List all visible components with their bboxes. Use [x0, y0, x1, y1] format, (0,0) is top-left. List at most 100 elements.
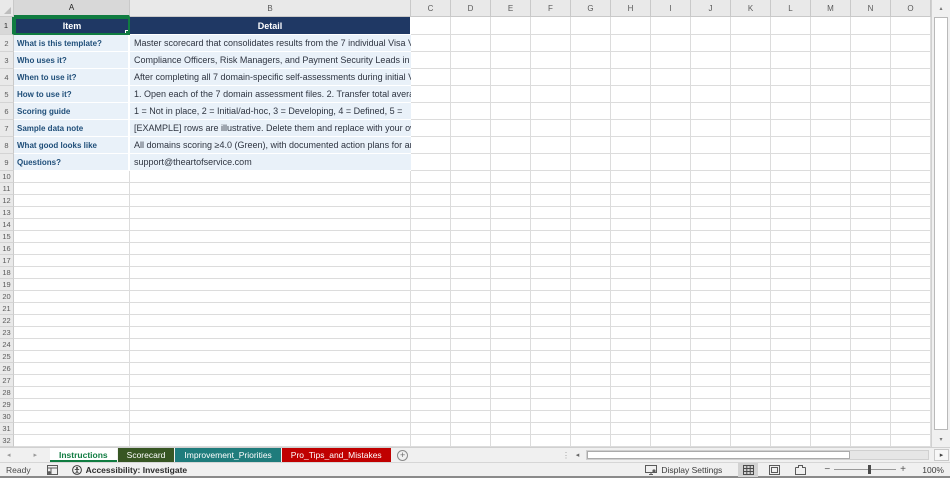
zoom-out-button[interactable]: − — [824, 464, 830, 475]
cell-A10[interactable] — [14, 171, 130, 183]
empty-cells-row-13[interactable] — [411, 207, 931, 219]
empty-cells-row-20[interactable] — [411, 291, 931, 303]
column-header-D[interactable]: D — [451, 0, 491, 17]
row-header-31[interactable]: 31 — [0, 423, 14, 435]
cell-A17[interactable] — [14, 255, 130, 267]
cell-B16[interactable] — [130, 243, 411, 255]
cell-A26[interactable] — [14, 363, 130, 375]
empty-cells-row-15[interactable] — [411, 231, 931, 243]
new-sheet-button[interactable]: + — [392, 448, 414, 462]
cell-B27[interactable] — [130, 375, 411, 387]
cell-A32[interactable] — [14, 435, 130, 447]
row-header-21[interactable]: 21 — [0, 303, 14, 315]
zoom-in-button[interactable]: + — [900, 464, 906, 475]
cell-A3[interactable]: Who uses it? — [14, 52, 130, 69]
cell-A19[interactable] — [14, 279, 130, 291]
row-header-12[interactable]: 12 — [0, 195, 14, 207]
row-header-28[interactable]: 28 — [0, 387, 14, 399]
row-header-29[interactable]: 29 — [0, 399, 14, 411]
cell-A9[interactable]: Questions? — [14, 154, 130, 171]
empty-cells-row-11[interactable] — [411, 183, 931, 195]
cell-B6[interactable]: 1 = Not in place, 2 = Initial/ad-hoc, 3 … — [130, 103, 411, 120]
empty-cells-row-32[interactable] — [411, 435, 931, 447]
horizontal-scroll-thumb[interactable] — [587, 451, 850, 459]
cell-B14[interactable] — [130, 219, 411, 231]
column-header-G[interactable]: G — [571, 0, 611, 17]
cell-B9[interactable]: support@theartofservice.com — [130, 154, 411, 171]
empty-cells-row-5[interactable] — [411, 86, 931, 103]
page-layout-view-button[interactable] — [764, 463, 784, 477]
row-header-23[interactable]: 23 — [0, 327, 14, 339]
column-header-H[interactable]: H — [611, 0, 651, 17]
empty-cells-row-9[interactable] — [411, 154, 931, 171]
empty-cells-row-4[interactable] — [411, 69, 931, 86]
row-header-2[interactable]: 2 — [0, 35, 14, 52]
row-header-9[interactable]: 9 — [0, 154, 14, 171]
select-all-button[interactable] — [0, 0, 14, 17]
empty-cells-row-17[interactable] — [411, 255, 931, 267]
sheet-tab-pro_tips_and_mistakes[interactable]: Pro_Tips_and_Mistakes — [281, 448, 391, 462]
zoom-level[interactable]: 100% — [918, 465, 944, 475]
cell-B7[interactable]: [EXAMPLE] rows are illustrative. Delete … — [130, 120, 411, 137]
cell-B2[interactable]: Master scorecard that consolidates resul… — [130, 35, 411, 52]
tab-scroll-left-icon[interactable]: ◂ — [7, 451, 11, 459]
row-header-4[interactable]: 4 — [0, 69, 14, 86]
cell-B19[interactable] — [130, 279, 411, 291]
horizontal-scrollbar[interactable] — [586, 450, 929, 460]
cell-A12[interactable] — [14, 195, 130, 207]
cell-B4[interactable]: After completing all 7 domain-specific s… — [130, 69, 411, 86]
cell-A28[interactable] — [14, 387, 130, 399]
row-header-22[interactable]: 22 — [0, 315, 14, 327]
sheet-tab-scorecard[interactable]: Scorecard — [117, 448, 175, 462]
empty-cells-row-24[interactable] — [411, 339, 931, 351]
cell-A6[interactable]: Scoring guide — [14, 103, 130, 120]
cell-A2[interactable]: What is this template? — [14, 35, 130, 52]
empty-cells-row-21[interactable] — [411, 303, 931, 315]
empty-cells-row-2[interactable] — [411, 35, 931, 52]
row-header-1[interactable]: 1 — [0, 17, 14, 35]
row-header-5[interactable]: 5 — [0, 86, 14, 103]
column-header-L[interactable]: L — [771, 0, 811, 17]
column-header-E[interactable]: E — [491, 0, 531, 17]
cell-B30[interactable] — [130, 411, 411, 423]
cell-A14[interactable] — [14, 219, 130, 231]
column-header-N[interactable]: N — [851, 0, 891, 17]
empty-cells-row-12[interactable] — [411, 195, 931, 207]
row-header-10[interactable]: 10 — [0, 171, 14, 183]
cell-A27[interactable] — [14, 375, 130, 387]
cell-B13[interactable] — [130, 207, 411, 219]
tab-scroll-right-icon[interactable]: ▸ — [33, 451, 37, 459]
cell-B26[interactable] — [130, 363, 411, 375]
tab-splitter-handle[interactable]: ⋮ — [562, 449, 570, 462]
hscroll-right-button[interactable]: ▸ — [934, 449, 949, 461]
row-header-20[interactable]: 20 — [0, 291, 14, 303]
cell-A20[interactable] — [14, 291, 130, 303]
cell-B23[interactable] — [130, 327, 411, 339]
cell-B17[interactable] — [130, 255, 411, 267]
vertical-scrollbar[interactable]: ▴ ▾ — [931, 0, 950, 447]
column-header-M[interactable]: M — [811, 0, 851, 17]
empty-cells-row-3[interactable] — [411, 52, 931, 69]
cell-A4[interactable]: When to use it? — [14, 69, 130, 86]
normal-view-button[interactable] — [738, 462, 759, 477]
cell-B18[interactable] — [130, 267, 411, 279]
macro-record-icon[interactable] — [46, 464, 58, 475]
empty-cells-row-10[interactable] — [411, 171, 931, 183]
cell-A7[interactable]: Sample data note — [14, 120, 130, 137]
zoom-slider-thumb[interactable] — [868, 465, 872, 474]
empty-cells-row-29[interactable] — [411, 399, 931, 411]
empty-cells-row-23[interactable] — [411, 327, 931, 339]
row-header-11[interactable]: 11 — [0, 183, 14, 195]
row-header-18[interactable]: 18 — [0, 267, 14, 279]
column-header-A[interactable]: A — [14, 0, 130, 17]
cell-A8[interactable]: What good looks like — [14, 137, 130, 154]
cell-B10[interactable] — [130, 171, 411, 183]
cell-B29[interactable] — [130, 399, 411, 411]
cell-A22[interactable] — [14, 315, 130, 327]
sheet-tab-improvement_priorities[interactable]: Improvement_Priorities — [175, 448, 281, 462]
cell-B5[interactable]: 1. Open each of the 7 domain assessment … — [130, 86, 411, 103]
column-header-K[interactable]: K — [731, 0, 771, 17]
cell-A24[interactable] — [14, 339, 130, 351]
row-header-19[interactable]: 19 — [0, 279, 14, 291]
page-break-preview-button[interactable] — [790, 463, 810, 477]
